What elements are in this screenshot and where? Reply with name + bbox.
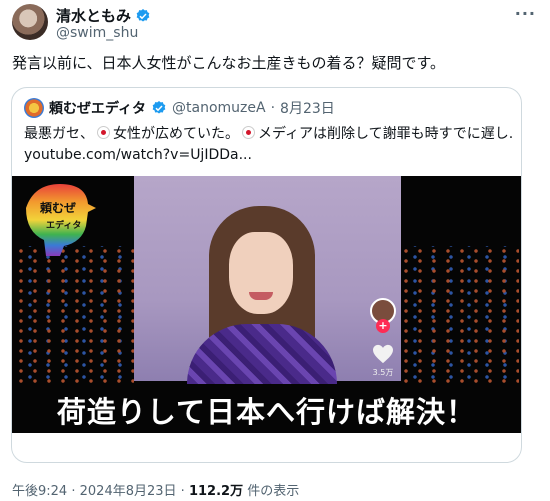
author-display-name[interactable]: 清水ともみ bbox=[56, 5, 131, 26]
quoted-separator: · bbox=[270, 100, 276, 116]
footer-separator: · bbox=[180, 484, 185, 499]
more-options-icon[interactable]: ··· bbox=[515, 4, 536, 23]
author-handle[interactable]: @swim_shu bbox=[56, 25, 138, 41]
video-thumbnail[interactable]: 頼むぜ エディタ + 3.5万 荷造りして日本へ行けば解決！ bbox=[12, 176, 521, 433]
channel-logo: 頼むぜ エディタ bbox=[26, 184, 96, 256]
view-count[interactable]: 112.2万 bbox=[189, 484, 243, 499]
follow-plus-icon[interactable]: + bbox=[376, 319, 390, 333]
person-image bbox=[187, 206, 337, 384]
view-label: 件の表示 bbox=[247, 484, 300, 499]
tweet-footer: 午後9:24 · 2024年8月23日 · 112.2万 件の表示 bbox=[12, 480, 299, 499]
quoted-author-avatar[interactable] bbox=[24, 98, 44, 118]
footer-separator: · bbox=[71, 484, 76, 499]
author-avatar[interactable] bbox=[12, 4, 48, 40]
quoted-text-part-3: メディアは削除して謝罪も時すでに遅し... bbox=[258, 126, 512, 142]
author-name-row[interactable]: 清水ともみ bbox=[56, 5, 151, 26]
quoted-tweet-text: 最悪ガセ、 女性が広めていた。 メディアは削除して謝罪も時すでに遅し... yout… bbox=[24, 124, 512, 166]
quoted-date[interactable]: 8月23日 bbox=[280, 98, 335, 118]
verified-badge-icon bbox=[136, 8, 150, 22]
background-lights bbox=[14, 246, 134, 386]
video-frame: + 3.5万 bbox=[134, 176, 401, 384]
post-time[interactable]: 午後9:24 bbox=[12, 484, 67, 499]
quoted-author-handle[interactable]: @tanomuzeA bbox=[172, 100, 266, 116]
logo-text-2: エディタ bbox=[46, 219, 81, 231]
japan-flag-icon bbox=[242, 126, 255, 139]
quoted-link[interactable]: youtube.com/watch?v=UjIDDa... bbox=[24, 145, 512, 166]
tweet-text: 発言以前に、日本人女性がこんなお土産きもの着る？疑問です。 bbox=[12, 54, 446, 72]
like-count: 3.5万 bbox=[372, 368, 394, 377]
post-date[interactable]: 2024年8月23日 bbox=[80, 484, 177, 499]
heart-icon[interactable] bbox=[372, 344, 394, 364]
quoted-tweet[interactable]: 頼むぜエディタ @tanomuzeA · 8月23日 最悪ガセ、 女性が広めていた… bbox=[11, 87, 522, 463]
background-lights bbox=[399, 246, 519, 386]
logo-text-1: 頼むぜ bbox=[39, 200, 76, 215]
quoted-text-part-1: 最悪ガセ、 bbox=[24, 126, 94, 142]
quoted-text-part-2: 女性が広めていた。 bbox=[113, 126, 239, 142]
verified-badge-icon bbox=[152, 101, 166, 114]
quoted-author-name[interactable]: 頼むぜエディタ bbox=[49, 98, 146, 118]
video-caption: 荷造りして日本へ行けば解決！ bbox=[56, 395, 477, 429]
japan-flag-icon bbox=[97, 126, 110, 139]
quoted-tweet-header: 頼むぜエディタ @tanomuzeA · 8月23日 bbox=[24, 98, 335, 118]
